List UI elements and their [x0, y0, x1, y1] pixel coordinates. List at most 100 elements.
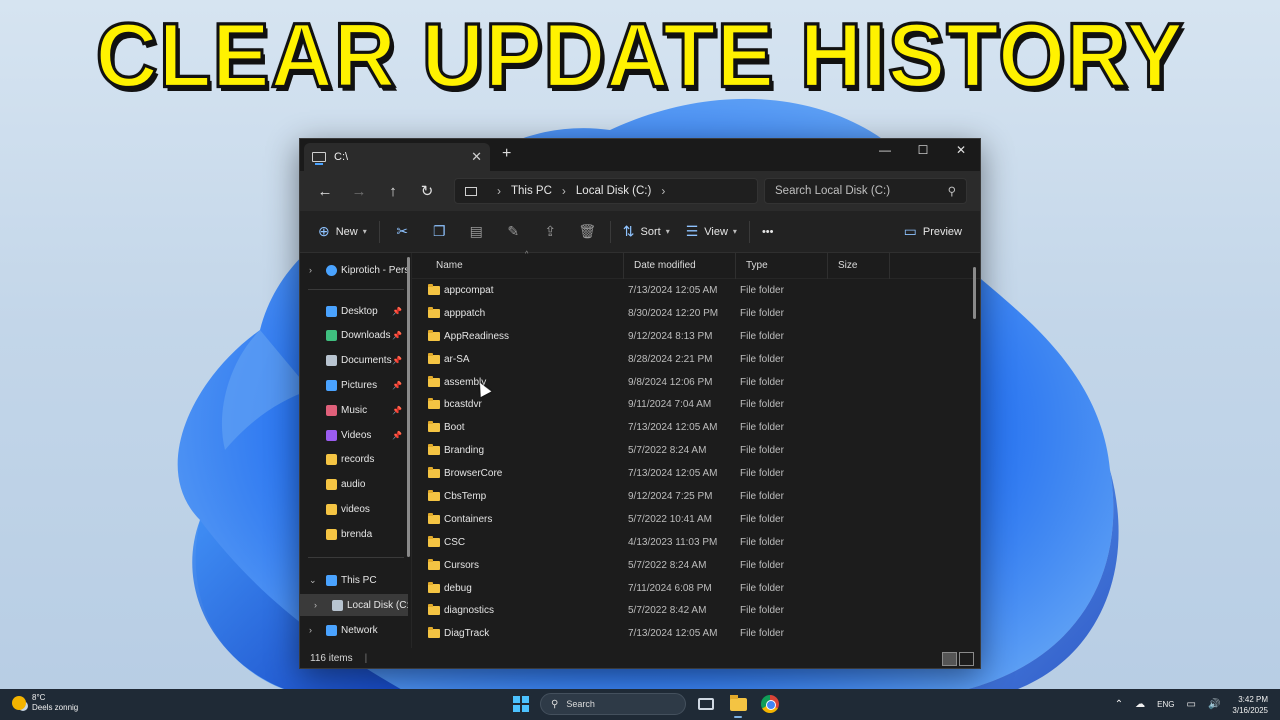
minimize-button[interactable]: —: [866, 139, 904, 161]
sidebar-item-local-disk[interactable]: › Local Disk (C:): [300, 594, 408, 616]
task-view-button[interactable]: [694, 692, 718, 716]
table-row[interactable]: AppReadiness 9/12/2024 8:13 PM File folder: [412, 325, 970, 348]
column-size[interactable]: Size: [828, 252, 890, 279]
close-button[interactable]: ✕: [942, 139, 980, 161]
file-name-cell: Containers: [412, 512, 624, 525]
file-type: File folder: [740, 490, 784, 502]
sidebar-item-documents[interactable]: Documents 📌: [300, 350, 408, 372]
sidebar-item-label: brenda: [341, 528, 373, 540]
sidebar-item-videos[interactable]: Videos 📌: [300, 424, 408, 446]
preview-label: Preview: [922, 225, 962, 238]
column-name[interactable]: Name: [412, 252, 624, 279]
table-row[interactable]: bcastdvr 9/11/2024 7:04 AM File folder: [412, 393, 970, 416]
table-row[interactable]: Cursors 5/7/2022 8:24 AM File folder: [412, 554, 970, 577]
folder-icon: [428, 581, 440, 593]
clock-date: 3/16/2025: [1232, 705, 1268, 715]
view-button[interactable]: ☰ View ▾: [678, 217, 745, 247]
clock[interactable]: 3:42 PM 3/16/2025: [1232, 694, 1268, 716]
network-icon[interactable]: ▭: [1187, 699, 1196, 710]
table-row[interactable]: debug 7/11/2024 6:08 PM File folder: [412, 577, 970, 600]
table-row[interactable]: Branding 5/7/2022 8:24 AM File folder: [412, 439, 970, 462]
copy-icon[interactable]: ❐: [421, 217, 458, 247]
details-view-button[interactable]: [942, 652, 957, 666]
explorer-tab[interactable]: C:\ ✕: [304, 143, 490, 171]
column-date-modified[interactable]: Date modified: [624, 252, 736, 279]
forward-button[interactable]: →: [342, 177, 376, 205]
breadcrumb-local-disk[interactable]: Local Disk (C:): [576, 185, 651, 197]
share-icon[interactable]: ⇪: [532, 217, 569, 247]
table-row[interactable]: CbsTemp 9/12/2024 7:25 PM File folder: [412, 485, 970, 508]
sidebar-item-pictures[interactable]: Pictures 📌: [300, 374, 408, 396]
sidebar-item-brenda[interactable]: brenda: [300, 523, 408, 545]
rename-icon[interactable]: ✎: [495, 217, 532, 247]
folder-icon: [428, 535, 440, 547]
sidebar-item-network[interactable]: › Network: [300, 619, 408, 641]
language-indicator[interactable]: ENG: [1157, 700, 1174, 709]
back-button[interactable]: ←: [308, 177, 342, 205]
cut-icon[interactable]: ✂: [384, 217, 421, 247]
onedrive-cloud-icon[interactable]: ☁: [1135, 699, 1145, 710]
table-row[interactable]: Boot 7/13/2024 12:05 AM File folder: [412, 416, 970, 439]
new-tab-button[interactable]: +: [502, 145, 511, 163]
file-date: 7/13/2024 12:05 AM: [628, 628, 718, 640]
tiles-view-button[interactable]: [959, 652, 974, 666]
table-row[interactable]: Containers 5/7/2022 10:41 AM File folder: [412, 508, 970, 531]
sidebar-item-this-pc[interactable]: ⌄ This PC: [300, 569, 408, 591]
chevron-right-icon[interactable]: ›: [314, 600, 317, 610]
up-button[interactable]: ↑: [376, 177, 410, 205]
sidebar-item-onedrive[interactable]: › Kiprotich - Persc: [300, 259, 408, 281]
taskbar-search[interactable]: ⚲ Search: [540, 693, 686, 715]
chrome-taskbar-button[interactable]: [758, 692, 782, 716]
chevron-right-icon[interactable]: ›: [661, 184, 665, 198]
table-row[interactable]: ar-SA 8/28/2024 2:21 PM File folder: [412, 348, 970, 371]
view-label: View: [704, 225, 728, 238]
start-button[interactable]: [510, 693, 532, 715]
search-input[interactable]: Search Local Disk (C:) ⚲: [764, 178, 967, 204]
more-options-button[interactable]: •••: [754, 217, 782, 247]
chevron-down-icon: ▾: [665, 227, 670, 236]
table-row[interactable]: CSC 4/13/2023 11:03 PM File folder: [412, 531, 970, 554]
table-row[interactable]: apppatch 8/30/2024 12:20 PM File folder: [412, 302, 970, 325]
tab-close-icon[interactable]: ✕: [471, 149, 482, 165]
address-bar[interactable]: › This PC › Local Disk (C:) ›: [454, 178, 758, 204]
refresh-button[interactable]: ↻: [410, 177, 444, 205]
sidebar-item-downloads[interactable]: Downloads 📌: [300, 325, 408, 347]
chevron-right-icon[interactable]: ›: [309, 265, 312, 275]
folder-icon: [428, 306, 440, 318]
chevron-right-icon[interactable]: ›: [497, 184, 501, 198]
column-type[interactable]: Type: [736, 252, 828, 279]
chevron-down-icon[interactable]: ⌄: [309, 575, 317, 586]
paste-icon[interactable]: ▤: [458, 217, 495, 247]
onedrive-icon: [326, 264, 337, 276]
sidebar-scrollbar[interactable]: [407, 257, 410, 557]
maximize-button[interactable]: ☐: [904, 139, 942, 161]
view-icon: ☰: [685, 223, 699, 239]
file-explorer-taskbar-button[interactable]: [726, 692, 750, 718]
weather-widget[interactable]: 8°C Deels zonnig: [12, 693, 78, 713]
file-date: 5/7/2022 10:41 AM: [628, 513, 712, 525]
delete-icon[interactable]: 🗑: [569, 217, 606, 247]
file-name: Cursors: [444, 559, 480, 571]
preview-button[interactable]: ▭ Preview: [896, 217, 970, 247]
chevron-right-icon[interactable]: ›: [309, 625, 312, 635]
file-type: File folder: [740, 284, 784, 296]
new-button[interactable]: ⊕ New ▾: [310, 217, 375, 247]
sidebar-item-videos[interactable]: videos: [300, 498, 408, 520]
table-row[interactable]: assembly 9/8/2024 12:06 PM File folder: [412, 371, 970, 394]
file-list-scrollbar[interactable]: [973, 267, 976, 319]
sidebar-item-desktop[interactable]: Desktop 📌: [300, 300, 408, 322]
volume-icon[interactable]: 🔊: [1208, 699, 1220, 710]
sort-button[interactable]: ⇅ Sort ▾: [615, 217, 678, 247]
sidebar-item-music[interactable]: Music 📌: [300, 399, 408, 421]
chevron-up-icon[interactable]: ⌃: [1115, 699, 1123, 710]
pin-icon: 📌: [392, 430, 402, 440]
table-row[interactable]: diagnostics 5/7/2022 8:42 AM File folder: [412, 599, 970, 622]
chevron-right-icon[interactable]: ›: [562, 184, 566, 198]
sidebar-item-records[interactable]: records: [300, 449, 408, 471]
breadcrumb-this-pc[interactable]: This PC: [511, 185, 552, 197]
sidebar-item-audio[interactable]: audio: [300, 474, 408, 496]
file-name: BrowserCore: [444, 468, 503, 480]
table-row[interactable]: DiagTrack 7/13/2024 12:05 AM File folder: [412, 622, 970, 645]
table-row[interactable]: BrowserCore 7/13/2024 12:05 AM File folder: [412, 462, 970, 485]
table-row[interactable]: appcompat 7/13/2024 12:05 AM File folder: [412, 279, 970, 302]
